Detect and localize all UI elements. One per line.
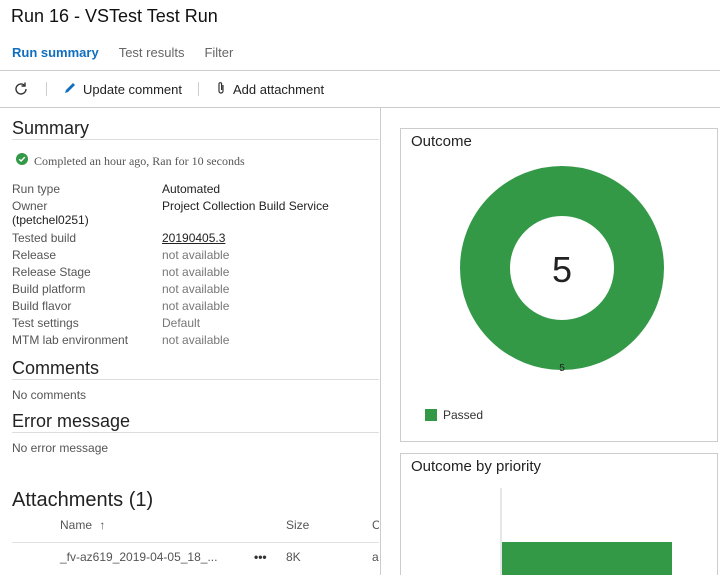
outcome-card: Outcome 5 5 Passed	[400, 128, 718, 442]
tab-filter[interactable]: Filter	[204, 45, 233, 60]
attachment-created: a	[372, 550, 379, 564]
error-heading: Error message	[12, 411, 131, 431]
column-header-name[interactable]: Name ↑	[60, 518, 105, 532]
summary-divider	[12, 139, 379, 140]
detail-value: not available	[162, 333, 230, 347]
detail-key: MTM lab environment	[12, 333, 129, 347]
add-attachment-button[interactable]: Add attachment	[215, 81, 324, 98]
update-comment-button[interactable]: Update comment	[63, 81, 182, 98]
donut-slice-label: 5	[559, 363, 565, 374]
outcome-legend: Passed	[425, 408, 483, 422]
sort-ascending-icon: ↑	[99, 518, 106, 532]
detail-key: Build platform	[12, 282, 86, 296]
donut-total-value: 5	[552, 249, 572, 290]
detail-key: Test settings	[12, 316, 79, 330]
attachment-size: 8K	[286, 550, 301, 564]
detail-value: not available	[162, 248, 230, 262]
detail-value: not available	[162, 299, 230, 313]
page-title: Run 16 - VSTest Test Run	[11, 6, 218, 26]
error-divider	[12, 432, 379, 433]
detail-key: Tested build	[12, 231, 77, 245]
detail-key: Release	[12, 248, 57, 262]
detail-key: Build flavor	[12, 299, 72, 313]
attachment-name[interactable]: _fv-az619_2019-04-05_18_...	[60, 550, 217, 564]
attachments-heading: Attachments (1)	[12, 489, 154, 511]
refresh-icon[interactable]	[12, 80, 30, 98]
comments-divider	[12, 379, 379, 380]
error-empty: No error message	[12, 441, 109, 455]
run-status: Completed an hour ago, Ran for 10 second…	[16, 153, 245, 169]
priority-card: Outcome by priority	[400, 453, 718, 575]
legend-swatch-passed	[425, 409, 437, 421]
detail-key: Run type	[12, 182, 61, 196]
pencil-icon	[63, 81, 77, 98]
column-header-created[interactable]: C	[372, 518, 379, 532]
toolbar-divider	[46, 82, 47, 96]
charts-panel: Outcome 5 5 Passed Outcome by priority	[380, 108, 720, 575]
detail-value: not available	[162, 265, 230, 279]
detail-key: (tpetchel0251)	[12, 213, 89, 227]
priority-bar-passed	[502, 542, 672, 575]
legend-label-passed: Passed	[443, 408, 484, 422]
run-status-text: Completed an hour ago, Ran for 10 second…	[34, 153, 245, 168]
run-details-panel: Summary Completed an hour ago, Ran for 1…	[0, 108, 379, 575]
detail-key: Release Stage	[12, 265, 91, 279]
tab-bar: Run summary Test results Filter	[12, 45, 233, 60]
tab-test-results[interactable]: Test results	[119, 45, 185, 60]
tab-run-summary[interactable]: Run summary	[12, 45, 99, 60]
column-name-label: Name	[60, 518, 93, 532]
more-actions-icon[interactable]: •••	[254, 550, 267, 564]
detail-value: Automated	[162, 182, 221, 196]
summary-heading: Summary	[12, 118, 90, 138]
tested-build-link[interactable]: 20190405.3	[162, 231, 225, 245]
paperclip-icon	[215, 81, 227, 98]
add-attachment-label: Add attachment	[233, 81, 325, 97]
detail-value: not available	[162, 282, 230, 296]
priority-bar-chart	[500, 488, 672, 575]
update-comment-label: Update comment	[83, 81, 182, 97]
comments-empty: No comments	[12, 388, 87, 402]
detail-value: Project Collection Build Service	[162, 199, 329, 213]
attachments-header-divider	[12, 542, 379, 543]
priority-chart-title: Outcome by priority	[411, 458, 542, 475]
toolbar: Update comment Add attachment	[0, 71, 720, 108]
comments-heading: Comments	[12, 358, 100, 378]
success-check-icon	[16, 153, 28, 169]
detail-value: Default	[162, 316, 201, 330]
detail-key: Owner	[12, 199, 48, 213]
column-header-size[interactable]: Size	[286, 518, 309, 532]
toolbar-divider	[198, 82, 199, 96]
outcome-donut-chart: 5 5	[460, 166, 664, 374]
